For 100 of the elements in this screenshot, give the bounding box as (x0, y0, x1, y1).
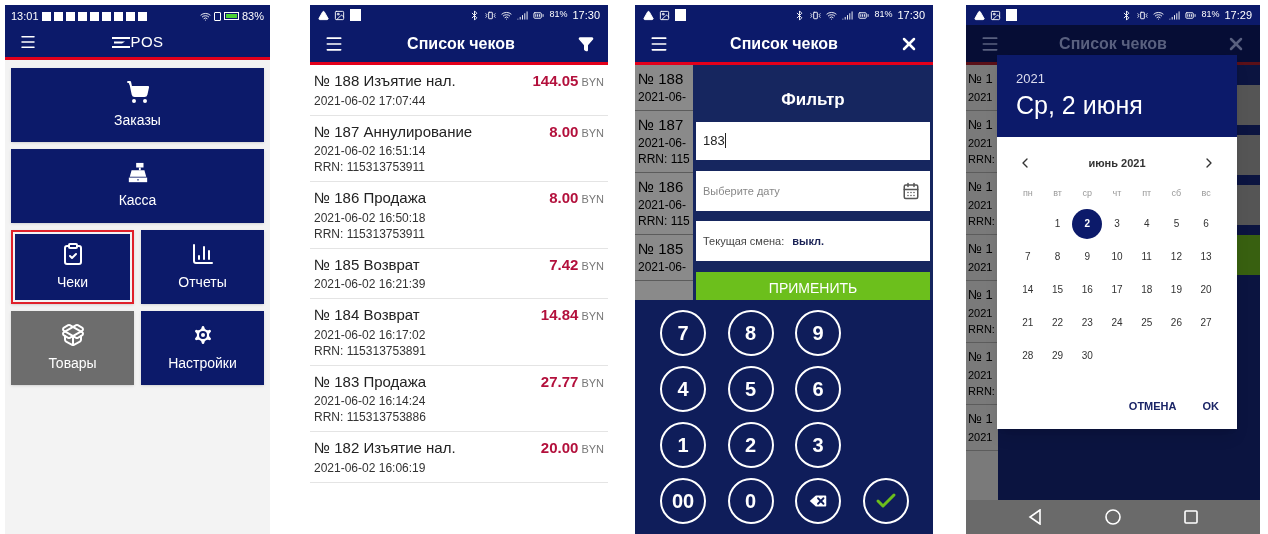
calendar-day[interactable]: 8 (1042, 241, 1073, 272)
keypad-key[interactable]: 0 (727, 478, 774, 524)
calendar-day[interactable]: 20 (1191, 274, 1221, 305)
receipt-title: № 186 (638, 177, 685, 197)
shift-value[interactable]: выкл. (792, 233, 825, 250)
receipt-detail: 2021-06-02 17:07:44 (314, 92, 427, 109)
receipt-row[interactable]: № 188 Изъятие нал. 144.05 BYN 2021-06-02 17:07:44 (310, 65, 608, 116)
date-input[interactable]: Выберите дату (696, 170, 930, 211)
keypad-key[interactable]: 3 (795, 422, 841, 468)
receipt-amount: 144.05 (532, 71, 579, 91)
ok-button[interactable]: OK (1194, 394, 1227, 419)
calendar-icon (902, 181, 920, 200)
receipt-row[interactable]: № 185 Возврат 7.42 BYN 2021-06-02 16:21:39 (310, 248, 608, 299)
calendar-day[interactable]: 21 (1013, 307, 1043, 338)
calendar-day[interactable]: 17 (1102, 274, 1132, 305)
receipt-amount: 14.84 (540, 305, 579, 325)
calendar-day[interactable]: 24 (1102, 307, 1132, 338)
filter-icon[interactable] (578, 35, 594, 52)
calendar-day[interactable]: 12 (1161, 241, 1192, 272)
battery-percent: 83% (241, 8, 264, 24)
filter-title: Фильтр (780, 89, 846, 111)
wifi-icon (199, 10, 211, 22)
calendar-day[interactable]: 25 (1131, 307, 1162, 338)
keypad-key[interactable]: 1 (660, 422, 706, 468)
calendar-day[interactable]: 13 (1191, 241, 1221, 272)
dialog-year[interactable]: 2021 (1016, 69, 1218, 89)
weekday-label: чт (1111, 187, 1123, 200)
calendar-day[interactable]: 29 (1042, 340, 1073, 371)
keypad-key[interactable]: 8 (727, 310, 774, 356)
weekday-label: вс (1200, 187, 1212, 200)
receipt-detail: RRN: 115313753891 (314, 342, 427, 359)
receipt-row[interactable]: № 184 Возврат 14.84 BYN 2021-06-02 16:17:02 RRN: 115313753891 (310, 299, 608, 366)
calendar-day[interactable]: 5 (1161, 208, 1192, 239)
menu-tile[interactable]: Чеки (11, 230, 134, 304)
calendar-day[interactable]: 22 (1042, 307, 1073, 338)
calendar-day[interactable]: 27 (1191, 307, 1221, 338)
image-icon (990, 9, 1001, 21)
receipt-detail: 2021-06-02 16:17:02 (314, 326, 427, 343)
calendar-day[interactable]: 15 (1042, 274, 1073, 305)
recent-apps-icon[interactable] (1184, 510, 1199, 524)
header-title: Список чеков (729, 33, 839, 54)
receipt-title: № 185 Возврат (314, 254, 421, 275)
keypad-key[interactable]: 7 (660, 310, 706, 356)
receipt-row[interactable]: № 187 Аннулирование 8.00 BYN 2021-06-02 16:51:14 RRN: 115313753911 (310, 115, 608, 182)
currency-label: BYN (581, 192, 604, 207)
calendar-day[interactable]: 18 (1131, 274, 1162, 305)
calendar-day[interactable]: 7 (1013, 241, 1043, 272)
calendar-day[interactable]: 28 (1013, 340, 1043, 371)
menu-tile[interactable]: Касса (11, 149, 264, 223)
battery-percent: 81% (874, 8, 893, 22)
calendar-day[interactable]: 11 (1131, 241, 1162, 272)
keypad-key[interactable]: 5 (727, 366, 774, 412)
menu-tile[interactable]: Настройки (141, 311, 264, 385)
receipt-title: № 183 Продажа (314, 371, 428, 392)
calendar-day[interactable]: 30 (1072, 340, 1103, 371)
calendar-day[interactable]: 9 (1072, 241, 1103, 272)
keypad-key[interactable]: 6 (795, 366, 841, 412)
cancel-button[interactable]: ОТМЕНА (1120, 394, 1185, 419)
image-icon (659, 9, 670, 21)
receipt-detail: 2021 (968, 368, 994, 383)
calendar-day[interactable]: 1 (1042, 208, 1073, 239)
menu-tile[interactable]: Заказы (11, 68, 264, 142)
receipt-detail: 2021-06-02 16:06:19 (314, 459, 427, 476)
calendar-day[interactable]: 3 (1102, 208, 1132, 239)
calendar-day[interactable]: 4 (1131, 208, 1162, 239)
weekday-label: ср (1081, 187, 1094, 200)
confirm-key[interactable] (862, 478, 909, 524)
battery-icon (858, 9, 870, 21)
calendar-day[interactable]: 6 (1191, 208, 1221, 239)
calendar-day[interactable]: 10 (1102, 241, 1132, 272)
receipt-row[interactable]: № 186 Продажа 8.00 BYN 2021-06-02 16:50:18 RRN: 115313753911 (310, 182, 608, 249)
notification-icon (350, 9, 361, 21)
image-icon (334, 9, 345, 21)
receipt-detail: RRN: 115313753911 (314, 159, 426, 175)
keypad-key[interactable]: 00 (660, 478, 706, 524)
vibrate-icon (485, 9, 497, 21)
menu-icon[interactable] (19, 33, 37, 51)
keypad-key[interactable]: 9 (795, 310, 841, 356)
calendar-day[interactable]: 26 (1161, 307, 1192, 338)
receipt-detail: 2021 (968, 430, 994, 445)
calendar-day[interactable]: 2 (1072, 208, 1103, 239)
calendar-day[interactable]: 19 (1161, 274, 1192, 305)
calendar-day[interactable]: 23 (1072, 307, 1103, 338)
wifi-icon (826, 9, 838, 21)
home-icon[interactable] (1105, 509, 1121, 525)
calendar-day[interactable]: 14 (1013, 274, 1043, 305)
number-input[interactable]: 183 (696, 121, 930, 161)
cart-icon (125, 79, 150, 104)
back-icon[interactable] (1027, 509, 1042, 525)
keypad-key[interactable]: 2 (727, 422, 774, 468)
receipt-amount: 20.00 (540, 438, 579, 458)
backspace-key[interactable] (795, 478, 841, 524)
calendar-day[interactable]: 16 (1072, 274, 1103, 305)
receipt-title: № 188 Изъятие нал. (314, 71, 457, 91)
menu-tile[interactable]: Отчеты (141, 230, 264, 304)
keypad-key[interactable]: 4 (660, 366, 706, 412)
receipt-detail: 2021-06- (638, 259, 688, 275)
receipt-row[interactable]: № 182 Изъятие нал. 20.00 BYN 2021-06-02 16:06:19 (310, 432, 608, 483)
receipt-row[interactable]: № 183 Продажа 27.77 BYN 2021-06-02 16:14:24 RRN: 115313753886 (310, 365, 608, 432)
box-icon (60, 322, 85, 347)
